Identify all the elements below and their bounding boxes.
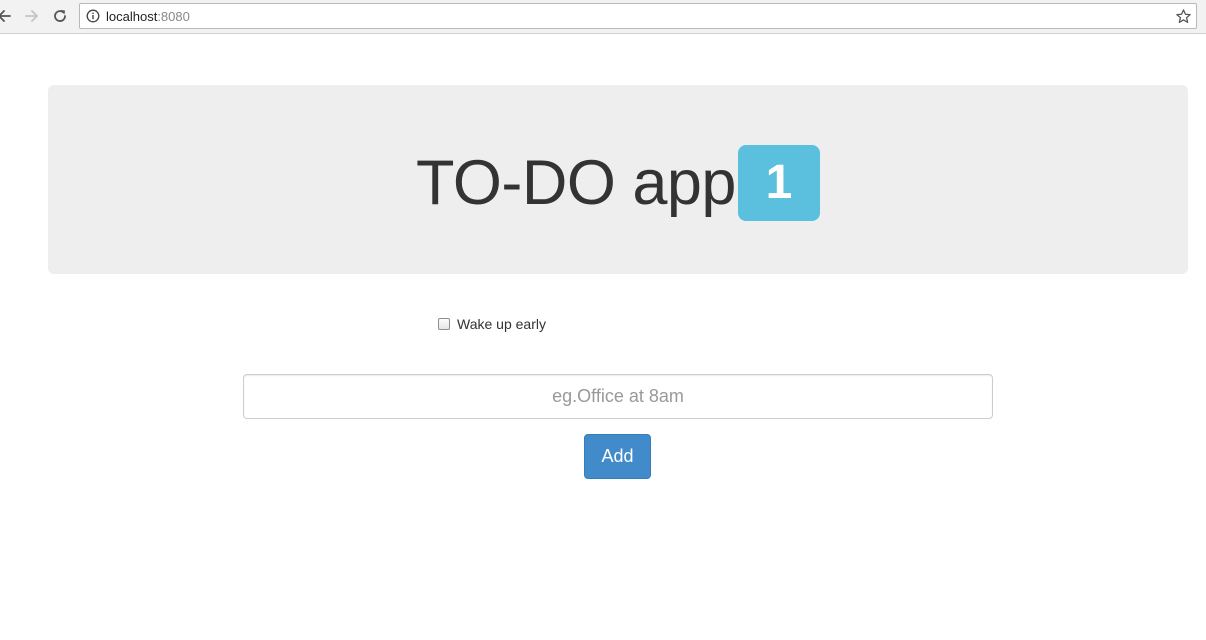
todo-count-badge: 1 — [737, 144, 820, 221]
info-icon[interactable] — [86, 9, 100, 23]
todo-list: Wake up early — [438, 313, 546, 335]
reload-icon[interactable] — [50, 6, 70, 26]
forward-arrow-icon[interactable] — [22, 6, 42, 26]
url-port: :8080 — [157, 9, 190, 24]
todo-item[interactable]: Wake up early — [438, 313, 546, 335]
url-host: localhost — [106, 9, 158, 24]
title-row: TO-DO app 1 — [48, 85, 1188, 274]
star-icon[interactable] — [1175, 8, 1192, 25]
back-arrow-icon[interactable] — [0, 6, 14, 26]
page-title: TO-DO app — [416, 147, 736, 218]
header-jumbotron: TO-DO app 1 — [48, 85, 1188, 274]
browser-toolbar: localhost:8080 — [0, 0, 1206, 34]
todo-checkbox[interactable] — [438, 318, 450, 330]
new-todo-input[interactable] — [243, 374, 993, 419]
address-bar[interactable]: localhost:8080 — [79, 3, 1197, 29]
todo-label: Wake up early — [457, 316, 546, 332]
url-text[interactable]: localhost:8080 — [106, 9, 190, 24]
add-button[interactable]: Add — [584, 434, 651, 479]
